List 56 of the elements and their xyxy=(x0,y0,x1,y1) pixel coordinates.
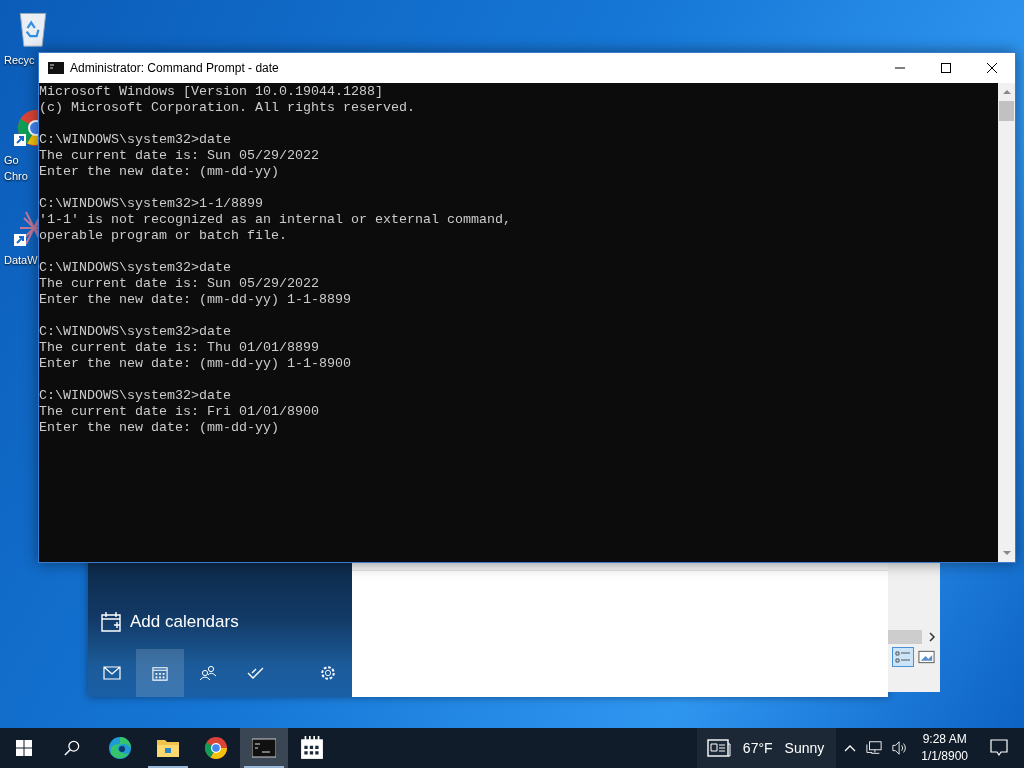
console-line: Enter the new date: (mm-dd-yy) xyxy=(39,164,280,180)
details-view-icon[interactable] xyxy=(892,647,914,667)
weather-widget[interactable]: 67°F Sunny xyxy=(696,728,837,768)
desktop-icon-label[interactable]: Go xyxy=(4,152,19,168)
calendar-icon xyxy=(151,665,169,681)
maximize-icon xyxy=(941,63,951,73)
calendar-add-icon xyxy=(100,611,122,633)
console-line: (c) Microsoft Corporation. All rights reserved. xyxy=(39,100,416,116)
network-icon[interactable] xyxy=(866,740,883,756)
search-icon xyxy=(64,740,80,756)
cmd-taskbar-button[interactable] xyxy=(240,728,288,768)
console-line: C:\WINDOWS\system32>date xyxy=(39,324,232,340)
clock[interactable]: 9:28 AM 1/1/8900 xyxy=(913,728,978,768)
scroll-bar[interactable] xyxy=(888,630,922,644)
console-line: Enter the new date: (mm-dd-yy) xyxy=(39,420,280,436)
console-line: C:\WINDOWS\system32>date xyxy=(39,132,232,148)
clock-time: 9:28 AM xyxy=(922,731,967,748)
clock-date: 1/1/8900 xyxy=(921,748,968,765)
browser-icon xyxy=(108,736,132,760)
console-line: The current date is: Sun 05/29/2022 xyxy=(39,276,320,292)
console-line: C:\WINDOWS\system32>date xyxy=(39,388,232,404)
envelope-icon xyxy=(103,665,121,681)
console-icon xyxy=(252,736,276,760)
browser-icon xyxy=(204,736,228,760)
double-check-icon xyxy=(247,665,265,681)
temperature-text: 67°F xyxy=(742,740,773,756)
weather-condition: Sunny xyxy=(784,740,825,756)
people-icon xyxy=(199,665,217,681)
close-icon xyxy=(987,63,997,73)
chevron-up-icon[interactable] xyxy=(844,744,857,752)
chevron-right-icon[interactable] xyxy=(928,632,936,642)
windows-logo-icon xyxy=(16,740,32,756)
desktop-icon-label[interactable]: Recyc xyxy=(4,52,35,68)
console-line: '1-1' is not recognized as an internal or external command, xyxy=(39,212,512,228)
window-title: Administrator: Command Prompt - date xyxy=(70,61,279,75)
console-line: operable program or batch file. xyxy=(39,228,288,244)
console-line: Microsoft Windows [Version 10.0.19044.1288] xyxy=(39,84,384,100)
console-icon xyxy=(48,62,64,74)
console-line: C:\WINDOWS\system32>1-1/8899 xyxy=(39,196,264,212)
console-line: C:\WINDOWS\system32>date xyxy=(39,260,232,276)
console-line: The current date is: Thu 01/01/8899 xyxy=(39,340,320,356)
volume-icon[interactable] xyxy=(892,740,909,756)
picture-view-icon[interactable] xyxy=(918,650,935,664)
calendar-nav-button[interactable] xyxy=(136,649,184,697)
console-line: The current date is: Sun 05/29/2022 xyxy=(39,148,320,164)
calendar-icon xyxy=(300,736,324,760)
news-icon xyxy=(706,739,731,757)
desktop-icon-label[interactable]: Chro xyxy=(4,168,28,184)
notification-icon[interactable] xyxy=(990,739,1008,757)
desktop-icon-label[interactable]: DataW xyxy=(4,252,38,268)
console-line: The current date is: Fri 01/01/8900 xyxy=(39,404,320,420)
add-calendars-link[interactable]: Add calendars xyxy=(130,612,239,632)
scroll-bar[interactable] xyxy=(998,83,1015,562)
console-line: Enter the new date: (mm-dd-yy) 1-1-8899 xyxy=(39,292,352,308)
settings-icon xyxy=(319,665,337,681)
console-line: Enter the new date: (mm-dd-yy) 1-1-8900 xyxy=(39,356,352,372)
